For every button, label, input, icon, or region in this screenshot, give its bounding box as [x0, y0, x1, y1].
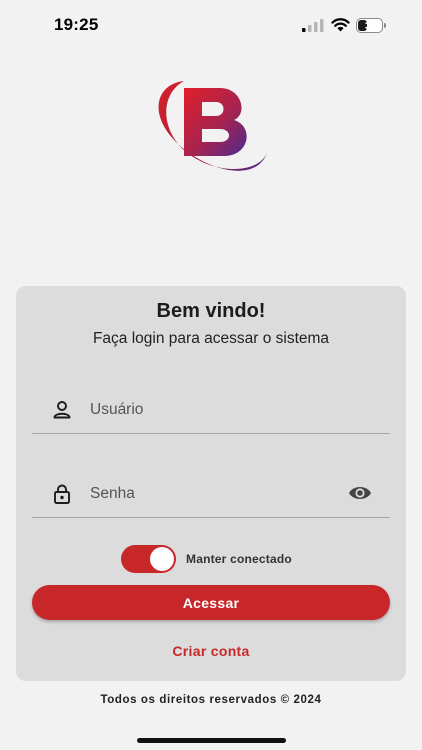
card-title: Bem vindo!	[156, 300, 266, 322]
keep-connected-toggle[interactable]	[121, 545, 176, 573]
lock-icon	[54, 484, 70, 504]
status-time: 19:25	[54, 15, 99, 34]
login-card: Bem vindo! Faça login para acessar o sis…	[16, 286, 406, 681]
person-icon	[53, 401, 71, 419]
signal-icon	[302, 19, 324, 32]
password-input[interactable]	[90, 479, 340, 509]
username-input[interactable]	[90, 395, 340, 425]
eye-icon[interactable]	[348, 483, 372, 503]
keep-connected-row: Manter conectado	[16, 544, 406, 574]
username-field	[32, 386, 390, 434]
status-bar: 19:25 37	[0, 0, 422, 52]
footer-copyright: Todos os direitos reservados © 2024	[100, 694, 322, 706]
card-subtitle: Faça login para acessar o sistema	[92, 330, 330, 347]
battery-body: 37	[356, 18, 383, 33]
wifi-icon	[331, 18, 350, 32]
keep-connected-label: Manter conectado	[186, 552, 292, 566]
toggle-knob	[150, 547, 174, 571]
create-account-link[interactable]: Criar conta	[16, 643, 406, 659]
home-indicator	[137, 738, 286, 743]
password-field	[32, 470, 390, 518]
logo-letter	[184, 88, 247, 156]
login-button[interactable]: Acessar	[32, 585, 390, 620]
battery-nub	[384, 23, 386, 28]
battery-icon: 37	[356, 18, 387, 33]
logo	[158, 81, 268, 171]
battery-level: 37	[364, 20, 377, 32]
